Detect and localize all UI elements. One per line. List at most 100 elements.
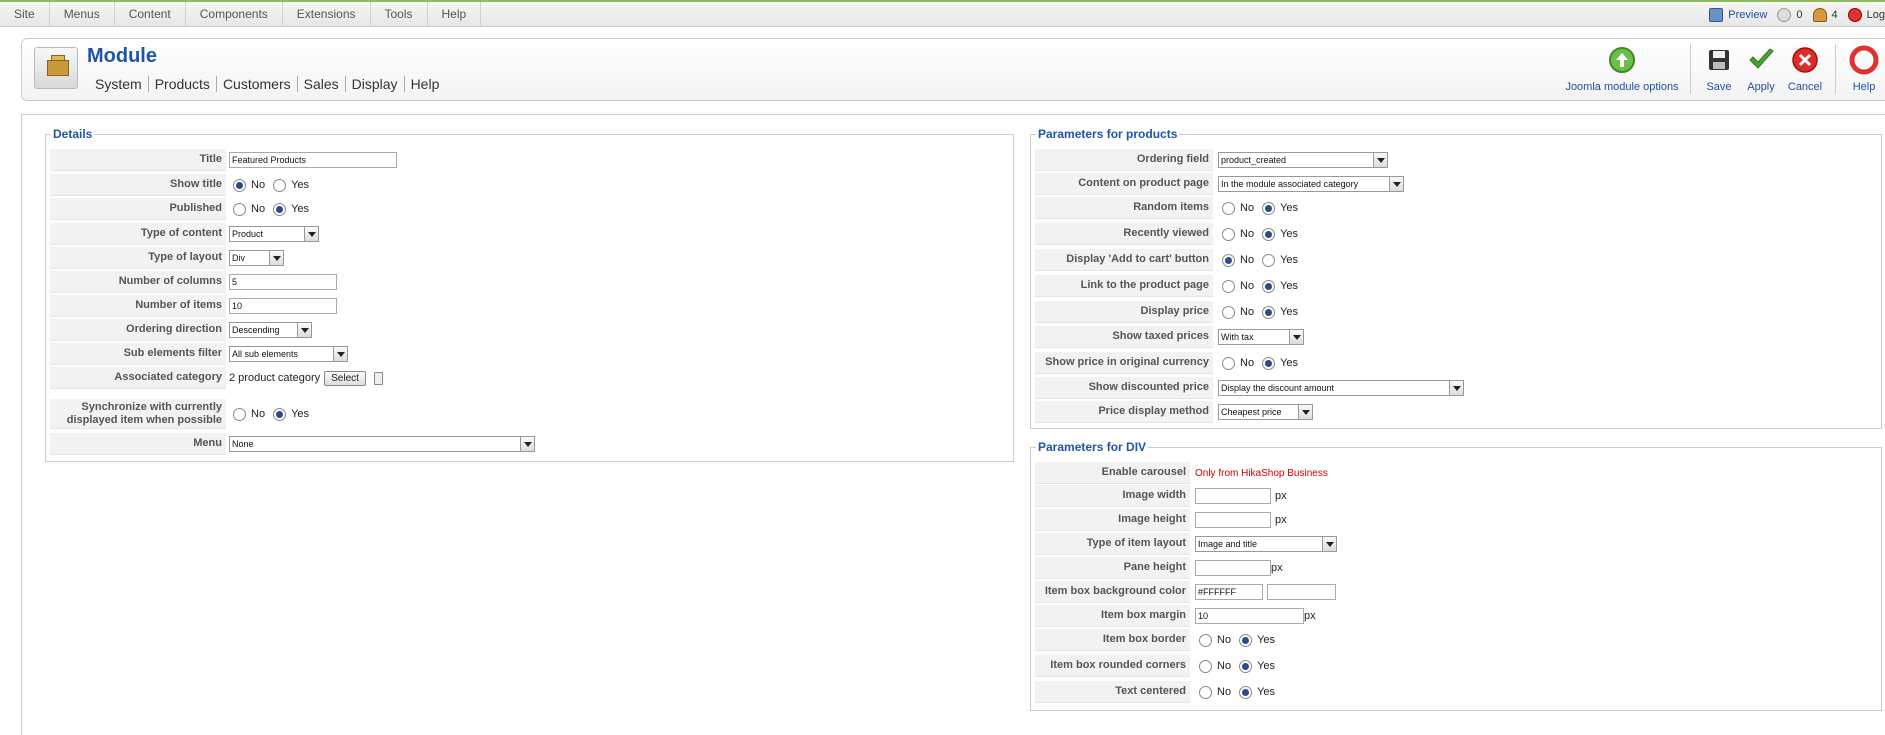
pane-height-input[interactable] — [1195, 560, 1271, 576]
type-layout-select[interactable]: Div — [229, 250, 284, 266]
sync-yes-radio[interactable] — [273, 407, 287, 421]
published-no-radio[interactable] — [233, 202, 246, 216]
addcart-no-radio[interactable] — [1222, 253, 1235, 267]
assoc-category-value: 2 product category — [229, 372, 321, 384]
logout-link[interactable]: Log — [1847, 7, 1885, 22]
price-method-row: Price display method Cheapest price — [1035, 401, 1880, 423]
menu-components[interactable]: Components — [186, 2, 283, 27]
border-yes-radio[interactable] — [1239, 633, 1253, 647]
border-no-radio[interactable] — [1199, 633, 1212, 647]
centered-yes-radio[interactable] — [1239, 685, 1253, 699]
menu-menus[interactable]: Menus — [50, 2, 115, 27]
margin-input[interactable]: 10 — [1195, 608, 1304, 624]
submenu-customers[interactable]: Customers — [215, 76, 297, 92]
border-label: Item box border — [1035, 629, 1190, 651]
ordering-direction-select[interactable]: Descending — [229, 322, 312, 338]
module-icon — [34, 47, 78, 89]
published-yes-radio[interactable] — [273, 202, 287, 216]
sub-elements-select[interactable]: All sub elements — [229, 346, 348, 362]
recent-yes-radio[interactable] — [1262, 227, 1276, 241]
trash-icon[interactable] — [373, 371, 383, 385]
menu-site[interactable]: Site — [0, 2, 50, 27]
recent-no-radio[interactable] — [1222, 227, 1235, 241]
preview-link[interactable]: Preview — [1709, 7, 1767, 22]
menu-tools[interactable]: Tools — [371, 2, 428, 27]
item-layout-select[interactable]: Image and title — [1195, 536, 1337, 552]
carousel-label: Enable carousel — [1035, 462, 1190, 484]
save-button[interactable]: Save — [1699, 41, 1739, 99]
show-title-yes-radio[interactable] — [273, 178, 287, 192]
type-layout-label: Type of layout — [50, 247, 226, 269]
addcart-yes-radio[interactable] — [1262, 253, 1276, 267]
margin-label: Item box margin — [1035, 605, 1190, 627]
menu-content[interactable]: Content — [115, 2, 186, 27]
num-columns-input[interactable]: 5 — [229, 274, 337, 290]
type-content-select[interactable]: Product — [229, 226, 319, 242]
num-items-input[interactable]: 10 — [229, 298, 337, 314]
submenu-display[interactable]: Display — [344, 76, 404, 92]
submenu-products[interactable]: Products — [147, 76, 216, 92]
price-method-select[interactable]: Cheapest price — [1218, 404, 1313, 420]
ordering-field-select[interactable]: product_created — [1218, 152, 1388, 168]
img-height-row: Image height px — [1035, 509, 1880, 531]
select-category-button[interactable]: Select — [324, 370, 366, 386]
link-no-radio[interactable] — [1222, 279, 1235, 293]
ordering-field-label: Ordering field — [1035, 149, 1213, 171]
submenu-help[interactable]: Help — [403, 76, 446, 92]
chevron-down-icon — [1298, 405, 1312, 419]
taxed-select[interactable]: With tax — [1218, 329, 1304, 345]
content-page-select[interactable]: In the module associated category — [1218, 176, 1404, 192]
orig-currency-no-radio[interactable] — [1222, 356, 1235, 370]
rounded-yes-radio[interactable] — [1239, 659, 1253, 673]
bg-color-row: Item box background color #FFFFFF — [1035, 581, 1880, 603]
rounded-no-radio[interactable] — [1199, 659, 1212, 673]
menu-select[interactable]: None — [229, 436, 535, 452]
submenu-system[interactable]: System — [93, 76, 148, 92]
discounted-select[interactable]: Display the discount amount — [1218, 380, 1464, 396]
users-status[interactable]: 4 — [1812, 7, 1838, 22]
details-fieldset: Details Title Featured Products Show tit… — [45, 127, 1014, 462]
random-no-radio[interactable] — [1222, 201, 1235, 215]
show-title-no-radio[interactable] — [233, 178, 246, 192]
item-layout-label: Type of item layout — [1035, 533, 1190, 555]
price-yes-radio[interactable] — [1262, 305, 1276, 319]
centered-no-radio[interactable] — [1199, 685, 1212, 699]
img-height-label: Image height — [1035, 509, 1190, 531]
products-fieldset: Parameters for products Ordering field p… — [1030, 127, 1882, 429]
img-width-input[interactable] — [1195, 488, 1271, 504]
chevron-down-icon — [1449, 381, 1463, 395]
ordering-field-row: Ordering field product_created — [1035, 149, 1880, 171]
div-fieldset: Parameters for DIV Enable carousel Only … — [1030, 440, 1882, 711]
color-swatch[interactable] — [1267, 584, 1336, 600]
taxed-row: Show taxed prices With tax — [1035, 326, 1880, 348]
random-yes-radio[interactable] — [1262, 201, 1276, 215]
assoc-category-row: Associated category 2 product category S… — [50, 367, 1010, 389]
recent-row: Recently viewed No Yes — [1035, 223, 1880, 245]
div-legend: Parameters for DIV — [1036, 440, 1149, 454]
details-legend: Details — [51, 127, 95, 141]
options-button[interactable]: Joomla module options — [1562, 41, 1682, 99]
apply-button[interactable]: Apply — [1739, 41, 1783, 99]
orig-currency-yes-radio[interactable] — [1262, 356, 1276, 370]
help-button[interactable]: Help — [1844, 41, 1884, 99]
menu-help[interactable]: Help — [428, 2, 482, 27]
cancel-button[interactable]: Cancel — [1783, 41, 1827, 99]
random-row: Random items No Yes — [1035, 197, 1880, 219]
title-input[interactable]: Featured Products — [229, 152, 397, 168]
menu-extensions[interactable]: Extensions — [283, 2, 371, 27]
price-no-radio[interactable] — [1222, 305, 1235, 319]
addcart-label: Display 'Add to cart' button — [1035, 249, 1213, 271]
sync-no-radio[interactable] — [233, 407, 246, 421]
carousel-notice: Only from HikaShop Business — [1195, 467, 1328, 479]
submenu-sales[interactable]: Sales — [296, 76, 345, 92]
module-header: Module System Products Customers Sales D… — [21, 38, 1885, 101]
messages-status[interactable]: 0 — [1777, 7, 1803, 22]
show-title-label: Show title — [50, 174, 226, 196]
link-label: Link to the product page — [1035, 275, 1213, 297]
pane-height-label: Pane height — [1035, 557, 1190, 579]
bg-color-input[interactable]: #FFFFFF — [1195, 584, 1263, 600]
link-yes-radio[interactable] — [1262, 279, 1276, 293]
img-height-input[interactable] — [1195, 512, 1271, 528]
users-icon — [1812, 7, 1827, 22]
addcart-row: Display 'Add to cart' button No Yes — [1035, 249, 1880, 271]
